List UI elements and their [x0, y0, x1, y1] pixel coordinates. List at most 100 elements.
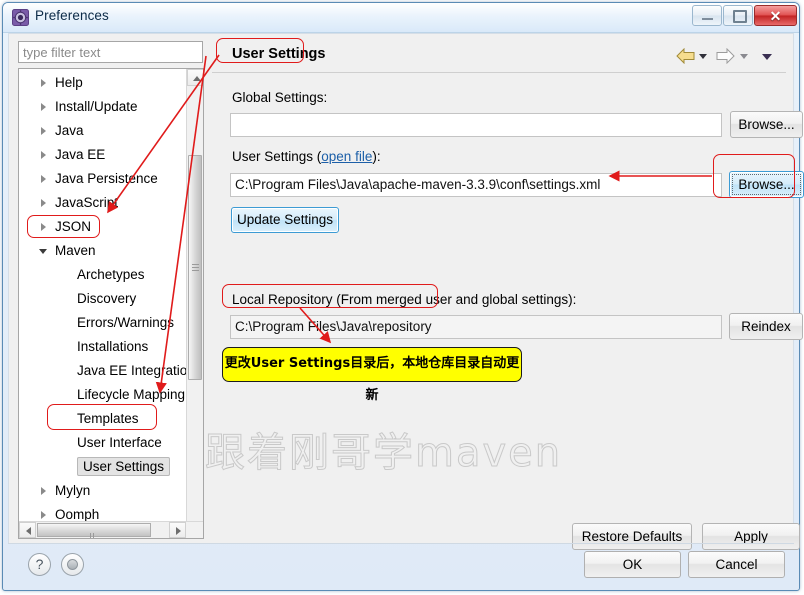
triangle-right-icon[interactable]	[41, 79, 46, 87]
tree-item-label: JSON	[55, 219, 92, 234]
tree-item-label: Mylyn	[55, 483, 91, 498]
update-settings-button[interactable]: Update Settings	[231, 207, 339, 233]
tree-item-label: User Settings	[77, 457, 171, 476]
tree-item-user-settings[interactable]: User Settings	[19, 455, 187, 479]
tree-item-list: Help Install/Update Java Java EE Java Persis…	[19, 71, 195, 538]
tree-item-label: Archetypes	[77, 267, 145, 282]
filter-input[interactable]	[18, 41, 203, 63]
preferences-gear-icon	[12, 9, 29, 26]
scroll-right-button[interactable]	[169, 522, 186, 538]
tree-item-lifecycle-mapping[interactable]: Lifecycle Mapping	[19, 383, 187, 407]
tree-item-archetypes[interactable]: Archetypes	[19, 263, 187, 287]
tree-item-label: Lifecycle Mapping	[77, 387, 186, 402]
tree-item-label: Templates	[77, 411, 139, 426]
maximize-icon	[733, 10, 747, 23]
local-repository-input: C:\Program Files\Java\repository	[230, 315, 722, 339]
caret-left-icon	[26, 527, 31, 535]
tree-item-templates[interactable]: Templates	[19, 407, 187, 431]
tree-item-mylyn[interactable]: Mylyn	[19, 479, 187, 503]
tree-item-label: Java	[55, 123, 84, 138]
tree-item-label: Help	[55, 75, 83, 90]
tree-item-label: Java Persistence	[55, 171, 158, 186]
tree-item-label: Errors/Warnings	[77, 315, 175, 330]
tree-item-label: Maven	[55, 243, 96, 258]
open-file-link[interactable]: open file	[321, 149, 372, 164]
dialog-footer: ? OK Cancel	[8, 543, 794, 585]
annotation-note: 更改User Settings目录后，本地仓库目录自动更新	[222, 347, 522, 403]
maximize-button[interactable]	[723, 5, 753, 26]
tree-item-install-update[interactable]: Install/Update	[19, 95, 187, 119]
tree-item-label: Discovery	[77, 291, 137, 306]
tree-item-java-ee[interactable]: Java EE	[19, 143, 187, 167]
minimize-icon	[702, 18, 713, 20]
tree-item-label: Java EE Integration	[77, 363, 195, 378]
tree-item-maven[interactable]: Maven	[19, 239, 187, 263]
reindex-button[interactable]: Reindex	[729, 313, 803, 340]
page-header: User Settings	[212, 41, 786, 73]
triangle-right-icon[interactable]	[41, 223, 46, 231]
tree-item-label: Installations	[77, 339, 149, 354]
triangle-right-icon[interactable]	[41, 199, 46, 207]
back-history-chevron-down-icon[interactable]	[699, 54, 707, 59]
back-arrow-icon[interactable]	[676, 48, 695, 64]
tree-item-java-persistence[interactable]: Java Persistence	[19, 167, 187, 191]
title-bar: Preferences ✕	[3, 3, 799, 33]
preferences-window: Preferences ✕ Help Install/Update Java Java…	[2, 2, 804, 591]
tree-item-java-ee-integration[interactable]: Java EE Integration	[19, 359, 195, 383]
tree-item-installations[interactable]: Installations	[19, 335, 187, 359]
navigation-toolbar	[674, 45, 782, 67]
tree-item-label: JavaScript	[55, 195, 119, 210]
triangle-right-icon[interactable]	[41, 127, 46, 135]
page-title: User Settings	[232, 46, 326, 62]
user-settings-input[interactable]: C:\Program Files\Java\apache-maven-3.3.9…	[230, 173, 722, 197]
tree-vertical-scrollbar[interactable]	[186, 69, 203, 538]
tray-dot-icon	[67, 559, 78, 570]
user-settings-label: User Settings (open file):	[232, 149, 381, 164]
vertical-scroll-thumb[interactable]	[188, 155, 202, 380]
triangle-down-icon[interactable]	[39, 249, 47, 254]
horizontal-scroll-thumb[interactable]	[37, 523, 151, 538]
tree-item-user-interface[interactable]: User Interface	[19, 431, 187, 455]
forward-arrow-icon[interactable]	[716, 48, 735, 64]
focus-ring	[732, 174, 801, 195]
window-title: Preferences	[35, 8, 109, 23]
minimize-button[interactable]	[692, 5, 722, 26]
tree-item-label: Install/Update	[55, 99, 138, 114]
local-repository-label: Local Repository (From merged user and g…	[232, 292, 577, 307]
view-menu-chevron-down-icon[interactable]	[762, 54, 772, 60]
tree-item-json[interactable]: JSON	[19, 215, 187, 239]
caret-right-icon	[176, 527, 181, 535]
forward-history-chevron-down-icon[interactable]	[740, 54, 748, 59]
dialog-body: Help Install/Update Java Java EE Java Persis…	[8, 33, 804, 550]
triangle-right-icon[interactable]	[41, 151, 46, 159]
tree-item-javascript[interactable]: JavaScript	[19, 191, 187, 215]
triangle-right-icon[interactable]	[41, 103, 46, 111]
caret-up-icon	[193, 76, 201, 81]
tree-item-java[interactable]: Java	[19, 119, 187, 143]
global-settings-input[interactable]	[230, 113, 722, 137]
scroll-grip-icon	[192, 264, 199, 271]
triangle-right-icon[interactable]	[41, 175, 46, 183]
global-settings-browse-button[interactable]: Browse...	[730, 111, 803, 138]
scroll-left-button[interactable]	[19, 522, 36, 538]
help-icon[interactable]: ?	[28, 553, 51, 576]
tree-item-label: User Interface	[77, 435, 162, 450]
tree-item-discovery[interactable]: Discovery	[19, 287, 187, 311]
global-settings-label: Global Settings:	[232, 90, 328, 105]
tree-item-label: Oomph	[55, 507, 100, 522]
preferences-tree[interactable]: Help Install/Update Java Java EE Java Persis…	[18, 68, 204, 539]
triangle-right-icon[interactable]	[41, 487, 46, 495]
user-settings-browse-button[interactable]: Browse...	[729, 171, 804, 198]
scroll-up-button[interactable]	[187, 69, 203, 86]
tree-item-help[interactable]: Help	[19, 71, 187, 95]
tree-horizontal-scrollbar[interactable]	[19, 521, 203, 538]
close-button[interactable]: ✕	[754, 5, 797, 26]
tree-item-errors-warnings[interactable]: Errors/Warnings	[19, 311, 187, 335]
tray-icon[interactable]	[61, 553, 84, 576]
triangle-right-icon[interactable]	[41, 511, 46, 519]
scroll-grip-icon	[90, 528, 98, 538]
tree-item-label: Java EE	[55, 147, 106, 162]
settings-page: User Settings Global Settings: Browse...…	[212, 41, 804, 550]
ok-button[interactable]: OK	[584, 551, 681, 578]
cancel-button[interactable]: Cancel	[688, 551, 785, 578]
